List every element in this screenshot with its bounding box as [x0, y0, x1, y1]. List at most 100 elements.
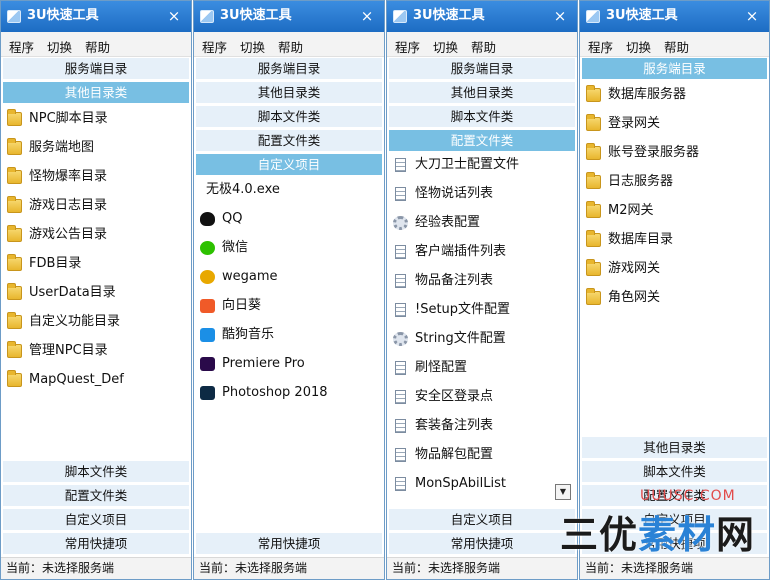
- tool-window: 3U快速工具 × 程序 切换 帮助服务端目录 其他目录类 NPC脚本目录 服务端地图怪物爆率目…: [0, 0, 192, 580]
- list-item[interactable]: wegame: [198, 264, 380, 290]
- list-item[interactable]: FDB目录: [5, 251, 187, 277]
- document-icon: [395, 361, 406, 375]
- group-header[interactable]: 自定义项目: [389, 509, 575, 531]
- list-item[interactable]: 管理NPC目录: [5, 338, 187, 364]
- menu-item-program[interactable]: 程序: [395, 37, 420, 56]
- group-header[interactable]: 配置文件类: [196, 130, 382, 152]
- list-item[interactable]: 酷狗音乐: [198, 322, 380, 348]
- list-item[interactable]: !Setup文件配置: [391, 297, 573, 323]
- list-item[interactable]: 怪物说话列表: [391, 181, 573, 207]
- list-item[interactable]: QQ: [198, 206, 380, 232]
- list-item[interactable]: 怪物爆率目录: [5, 164, 187, 190]
- list-item[interactable]: 日志服务器: [584, 169, 765, 195]
- menu-item-help[interactable]: 帮助: [278, 37, 303, 56]
- close-button[interactable]: ×: [356, 1, 378, 31]
- group-header[interactable]: 脚本文件类: [196, 106, 382, 128]
- close-button[interactable]: ×: [741, 1, 763, 31]
- group-header[interactable]: 服务端目录: [389, 58, 575, 80]
- group-header[interactable]: 其他目录类: [389, 82, 575, 104]
- list-item[interactable]: String文件配置: [391, 326, 573, 352]
- list-item[interactable]: 大刀卫士配置文件: [391, 152, 573, 178]
- menu-item-program[interactable]: 程序: [202, 37, 227, 56]
- group-header[interactable]: 其他目录类: [196, 82, 382, 104]
- group-header[interactable]: 脚本文件类: [389, 106, 575, 128]
- list-item[interactable]: 套装备注列表: [391, 413, 573, 439]
- status-bar: 当前：未选择服务端: [387, 557, 577, 579]
- group-header[interactable]: 服务端目录: [3, 58, 189, 80]
- list-item[interactable]: 角色网关: [584, 285, 765, 311]
- menu-item-switch[interactable]: 切换: [626, 37, 651, 56]
- group-header[interactable]: 常用快捷项: [196, 533, 382, 555]
- group-header[interactable]: 常用快捷项: [3, 533, 189, 555]
- item-label: 游戏日志目录: [29, 198, 108, 213]
- menu-item-switch[interactable]: 切换: [47, 37, 72, 56]
- menu-item-help[interactable]: 帮助: [664, 37, 689, 56]
- group-header[interactable]: 脚本文件类: [3, 461, 189, 483]
- group-header[interactable]: 常用快捷项: [389, 533, 575, 555]
- list-item[interactable]: 客户端插件列表: [391, 239, 573, 265]
- list-item[interactable]: 数据库目录: [584, 227, 765, 253]
- list-item[interactable]: Photoshop 2018: [198, 380, 380, 406]
- list-item[interactable]: 游戏网关: [584, 256, 765, 282]
- list-item[interactable]: UserData目录: [5, 280, 187, 306]
- document-icon: [395, 419, 406, 433]
- list-item[interactable]: Premiere Pro: [198, 351, 380, 377]
- tool-window: 3U快速工具 × 程序 切换 帮助服务端目录 其他目录类 脚本文件类 配置文件类 自定义项目无极…: [193, 0, 385, 580]
- title-bar[interactable]: 3U快速工具 ×: [387, 1, 577, 32]
- list-item[interactable]: M2网关: [584, 198, 765, 224]
- list-item[interactable]: 微信: [198, 235, 380, 261]
- group-header[interactable]: 自定义项目: [3, 509, 189, 531]
- item-label: 角色网关: [608, 290, 661, 305]
- list-item[interactable]: NPC脚本目录: [5, 106, 187, 132]
- list-item[interactable]: 向日葵: [198, 293, 380, 319]
- close-button[interactable]: ×: [163, 1, 185, 31]
- menu-item-program[interactable]: 程序: [588, 37, 613, 56]
- list-item[interactable]: 登录网关: [584, 111, 765, 137]
- list-item[interactable]: 安全区登录点: [391, 384, 573, 410]
- list-item[interactable]: MapQuest_Def: [5, 367, 187, 393]
- group-header[interactable]: 服务端目录: [196, 58, 382, 80]
- title-bar[interactable]: 3U快速工具 ×: [580, 1, 769, 32]
- list-item[interactable]: 经验表配置: [391, 210, 573, 236]
- menu-item-program[interactable]: 程序: [9, 37, 34, 56]
- list-item[interactable]: 游戏公告目录: [5, 222, 187, 248]
- list-item[interactable]: MonSpAbilList: [391, 471, 573, 497]
- watermark-url: UUUSC.COM: [640, 488, 736, 504]
- item-label: 微信: [222, 240, 249, 255]
- menu-item-switch[interactable]: 切换: [433, 37, 458, 56]
- kugou-icon: [200, 328, 215, 342]
- list-item[interactable]: 无极4.0.exe: [198, 177, 380, 203]
- group-header[interactable]: 服务端目录: [582, 58, 767, 80]
- item-label: wegame: [222, 269, 278, 284]
- item-label: 无极4.0.exe: [206, 182, 280, 197]
- group-header[interactable]: 脚本文件类: [582, 461, 767, 483]
- app-logo-icon: [200, 10, 214, 23]
- folder-icon: [586, 230, 601, 247]
- group-header[interactable]: 自定义项目: [196, 154, 382, 176]
- close-button[interactable]: ×: [549, 1, 571, 31]
- list-item[interactable]: 物品解包配置: [391, 442, 573, 468]
- group-header[interactable]: 其他目录类: [582, 437, 767, 459]
- scroll-down-button[interactable]: ▼: [555, 484, 571, 500]
- list-item[interactable]: 游戏日志目录: [5, 193, 187, 219]
- title-bar[interactable]: 3U快速工具 ×: [194, 1, 384, 32]
- item-label: 登录网关: [608, 116, 661, 131]
- folder-icon: [7, 138, 22, 155]
- list-item[interactable]: 物品备注列表: [391, 268, 573, 294]
- menu-item-help[interactable]: 帮助: [471, 37, 496, 56]
- list-item[interactable]: 数据库服务器: [584, 82, 765, 108]
- menu-item-switch[interactable]: 切换: [240, 37, 265, 56]
- list-item[interactable]: 服务端地图: [5, 135, 187, 161]
- menu-item-help[interactable]: 帮助: [85, 37, 110, 56]
- group-header[interactable]: 配置文件类: [3, 485, 189, 507]
- title-bar[interactable]: 3U快速工具 ×: [1, 1, 191, 32]
- list-item[interactable]: 账号登录服务器: [584, 140, 765, 166]
- list-item[interactable]: 自定义功能目录: [5, 309, 187, 335]
- list-item[interactable]: 刷怪配置: [391, 355, 573, 381]
- group-header[interactable]: 配置文件类: [389, 130, 575, 152]
- item-label: String文件配置: [415, 331, 506, 346]
- sunflower-icon: [200, 299, 215, 313]
- group-header[interactable]: 其他目录类: [3, 82, 189, 104]
- item-label: Premiere Pro: [222, 356, 305, 371]
- item-label: 向日葵: [222, 298, 262, 313]
